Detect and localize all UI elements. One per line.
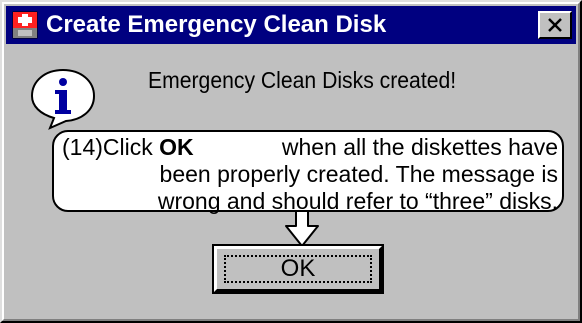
instruction-callout: (14)Click OK when all the diskettes have… — [52, 130, 564, 215]
callout-click-word: Click — [102, 134, 160, 160]
ok-label: OK — [280, 255, 316, 282]
information-icon — [30, 68, 96, 135]
title-bar[interactable]: Create Emergency Clean Disk — [6, 6, 576, 44]
callout-text: (14)Click OK when all the diskettes have… — [62, 134, 558, 215]
ok-button[interactable]: OK — [212, 244, 384, 294]
dialog-window: Create Emergency Clean Disk Emergency Cl… — [0, 0, 582, 323]
callout-line-1: (14)Click OK when all the diskettes have — [62, 134, 558, 161]
close-icon — [548, 18, 562, 32]
callout-line-1-start: (14)Click OK — [62, 134, 194, 161]
close-button[interactable] — [538, 11, 572, 39]
first-aid-icon — [12, 11, 38, 39]
callout-line-1-end: when all the diskettes have — [281, 134, 558, 160]
callout-line-3: wrong and should refer to “three” disks. — [157, 188, 558, 214]
step-number: (14) — [62, 134, 103, 160]
callout-line-2: been properly created. The message is — [159, 161, 558, 187]
window-title: Create Emergency Clean Disk — [46, 11, 387, 38]
dialog-message: Emergency Clean Disks created! — [148, 67, 457, 93]
callout-ok-word: OK — [159, 134, 194, 160]
